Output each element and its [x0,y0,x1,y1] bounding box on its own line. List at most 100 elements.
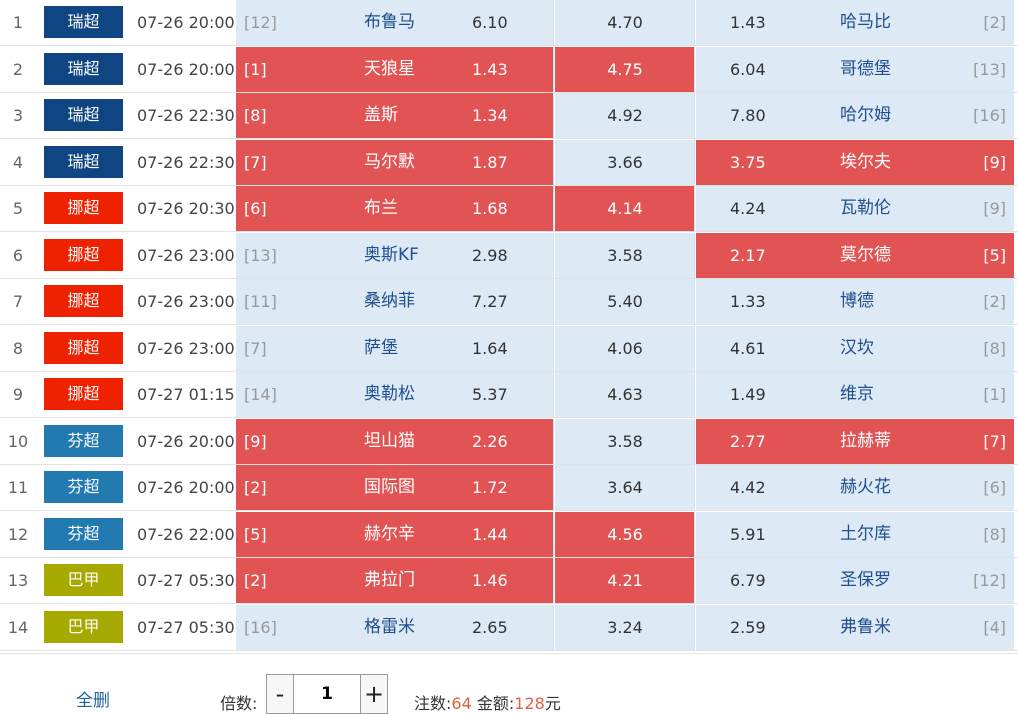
match-row: 4 瑞超 07-26 22:30 [7] 马尔默 1.87 3.66 3.75 埃尔夫 [9] [0,139,1018,186]
away-odd: 7.80 [730,106,766,125]
clear-all-button[interactable]: 全删 [76,686,110,711]
away-win-option[interactable]: 1.33 博德 [2] [696,279,1014,324]
away-odd: 6.04 [730,59,766,79]
draw-option[interactable]: 4.70 [555,0,695,45]
league-badge[interactable]: 芬超 [44,471,123,503]
away-win-option[interactable]: 5.91 土尔库 [8] [696,511,1014,557]
league-badge[interactable]: 芬超 [44,424,123,457]
home-rank: [6] [244,199,267,218]
away-win-option[interactable]: 2.77 拉赫蒂 [7] [696,418,1014,464]
match-row: 8 挪超 07-26 23:00 [7] 萨堡 1.64 4.06 4.61 汉坎 [8] [0,325,1018,372]
draw-option[interactable]: 3.24 [555,604,695,650]
amount-value: 128 [514,694,545,713]
league-badge[interactable]: 芬超 [44,517,123,550]
away-team: 博德 [840,291,874,311]
multiplier-decrease-button[interactable]: - [266,674,294,714]
home-win-option[interactable]: [8] 盖斯 1.34 [236,93,554,138]
away-win-option[interactable]: 6.79 圣保罗 [12] [696,558,1014,603]
match-row: 11 芬超 07-26 20:00 [2] 国际图 1.72 3.64 4.42 赫火花 [6] [0,465,1018,511]
draw-option[interactable]: 4.92 [555,93,695,138]
home-win-option[interactable]: [1] 天狼星 1.43 [236,46,554,92]
away-rank: [13] [973,59,1006,79]
match-row: 6 挪超 07-26 23:00 [13] 奥斯KF 2.98 3.58 2.17 莫尔德 [5] [0,232,1018,279]
away-team: 哈尔姆 [840,105,891,125]
home-team: 布兰 [364,198,398,218]
home-win-option[interactable]: [7] 马尔默 1.87 [236,139,554,185]
away-win-option[interactable]: 1.43 哈马比 [2] [696,0,1014,45]
home-odd: 2.98 [472,245,508,265]
home-win-option[interactable]: [11] 桑纳菲 7.27 [236,279,554,324]
away-win-option[interactable]: 2.59 弗鲁米 [4] [696,604,1014,650]
home-win-option[interactable]: [16] 格雷米 2.65 [236,604,554,650]
away-team: 瓦勒伦 [840,198,891,218]
away-win-option[interactable]: 2.17 莫尔德 [5] [696,232,1014,278]
draw-odd: 4.92 [607,106,643,125]
away-win-option[interactable]: 4.61 汉坎 [8] [696,325,1014,371]
league-badge[interactable]: 巴甲 [44,610,123,643]
draw-option[interactable]: 4.14 [555,186,695,231]
draw-option[interactable]: 3.64 [555,465,695,510]
home-win-option[interactable]: [13] 奥斯KF 2.98 [236,232,554,278]
away-win-option[interactable]: 6.04 哥德堡 [13] [696,46,1014,92]
home-team: 布鲁马 [364,12,415,32]
home-rank: [7] [244,338,267,358]
home-team: 天狼星 [364,58,415,79]
draw-option[interactable]: 3.58 [555,418,695,464]
home-rank: [8] [244,106,267,125]
home-win-option[interactable]: [14] 奥勒松 5.37 [236,372,554,417]
away-odd: 2.59 [730,617,766,637]
away-rank: [2] [983,292,1006,311]
league-badge[interactable]: 巴甲 [44,564,123,596]
home-win-option[interactable]: [2] 弗拉门 1.46 [236,558,554,603]
match-row: 7 挪超 07-26 23:00 [11] 桑纳菲 7.27 5.40 1.33 博德 [2] [0,279,1018,325]
draw-option[interactable]: 4.21 [555,558,695,603]
home-rank: [11] [244,292,277,311]
match-time: 07-26 20:00 [137,478,235,497]
league-badge[interactable]: 挪超 [44,285,123,317]
match-time: 07-27 01:15 [137,385,235,404]
bet-footer: 全删 倍数: - + 注数:64 金额:128元 [0,653,1018,714]
league-badge[interactable]: 瑞超 [44,145,123,178]
home-odd: 1.44 [472,524,508,544]
away-team: 埃尔夫 [840,151,891,172]
multiplier-increase-button[interactable]: + [360,674,388,714]
home-team: 萨堡 [364,337,398,358]
draw-option[interactable]: 4.63 [555,372,695,417]
draw-option[interactable]: 4.75 [555,46,695,92]
home-win-option[interactable]: [5] 赫尔辛 1.44 [236,511,554,557]
match-time: 07-27 05:30 [137,571,235,590]
away-win-option[interactable]: 7.80 哈尔姆 [16] [696,93,1014,138]
draw-option[interactable]: 3.66 [555,139,695,185]
away-win-option[interactable]: 1.49 维京 [1] [696,372,1014,417]
draw-option[interactable]: 3.58 [555,232,695,278]
home-win-option[interactable]: [6] 布兰 1.68 [236,186,554,231]
home-rank: [9] [244,431,267,451]
league-badge[interactable]: 瑞超 [44,6,123,38]
match-time: 07-26 20:00 [137,13,235,32]
home-win-option[interactable]: [2] 国际图 1.72 [236,465,554,510]
home-team: 格雷米 [364,616,415,637]
league-badge[interactable]: 挪超 [44,331,123,364]
home-team: 马尔默 [364,151,415,172]
away-win-option[interactable]: 3.75 埃尔夫 [9] [696,139,1014,185]
league-badge[interactable]: 挪超 [44,378,123,410]
draw-odd: 4.21 [607,571,643,590]
home-win-option[interactable]: [9] 坦山猫 2.26 [236,418,554,464]
home-win-option[interactable]: [12] 布鲁马 6.10 [236,0,554,45]
league-badge[interactable]: 挪超 [44,192,123,224]
draw-odd: 3.58 [607,431,643,451]
home-win-option[interactable]: [7] 萨堡 1.64 [236,325,554,371]
away-win-option[interactable]: 4.24 瓦勒伦 [9] [696,186,1014,231]
away-team: 哥德堡 [840,58,891,79]
away-team: 哈马比 [840,12,891,32]
league-badge[interactable]: 挪超 [44,238,123,271]
away-team: 圣保罗 [840,570,891,590]
draw-option[interactable]: 4.56 [555,511,695,557]
draw-option[interactable]: 5.40 [555,279,695,324]
draw-option[interactable]: 4.06 [555,325,695,371]
multiplier-input[interactable] [294,674,360,714]
league-badge[interactable]: 瑞超 [44,52,123,85]
league-badge[interactable]: 瑞超 [44,99,123,131]
multiplier-label: 倍数: [220,694,258,713]
away-win-option[interactable]: 4.42 赫火花 [6] [696,465,1014,510]
